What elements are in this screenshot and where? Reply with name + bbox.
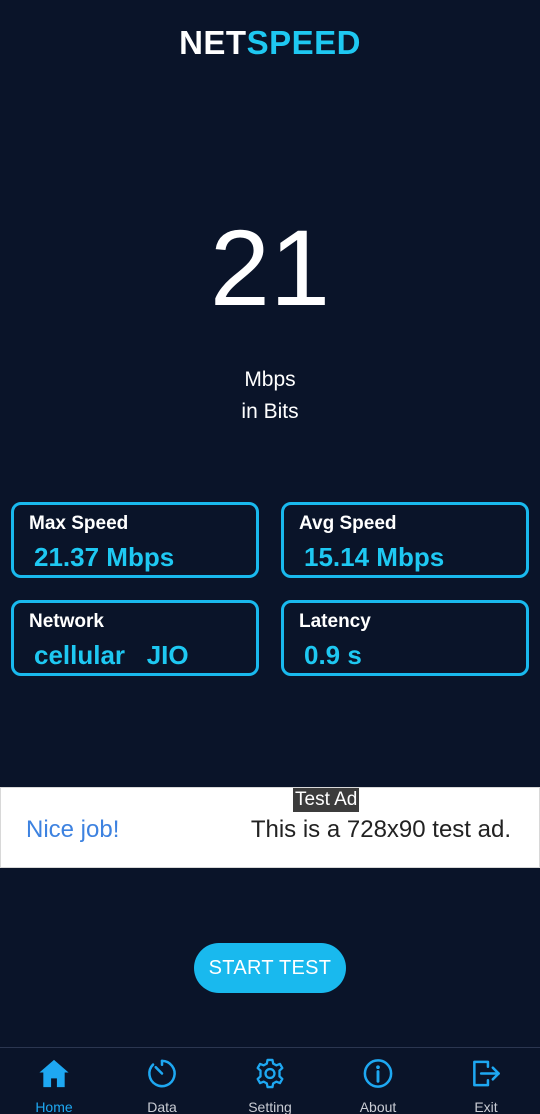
ad-tag: Test Ad bbox=[293, 788, 360, 812]
ad-banner[interactable]: Test Ad Nice job! This is a 728x90 test … bbox=[0, 787, 540, 868]
start-test-button[interactable]: START TEST bbox=[194, 943, 346, 993]
network-card: Network cellular JIO bbox=[11, 600, 259, 676]
network-label: Network bbox=[29, 611, 104, 632]
speed-value: 21 bbox=[209, 207, 331, 328]
nav-item-home[interactable]: Home bbox=[0, 1048, 108, 1114]
nav-label-setting: Setting bbox=[248, 1099, 292, 1114]
info-icon bbox=[363, 1059, 393, 1088]
max-speed-label: Max Speed bbox=[29, 513, 129, 534]
network-value: cellular JIO bbox=[34, 640, 189, 670]
nav-label-exit: Exit bbox=[474, 1099, 498, 1114]
latency-value: 0.9 s bbox=[304, 640, 362, 670]
app-title-net: NET bbox=[179, 24, 247, 61]
latency-label: Latency bbox=[299, 611, 371, 632]
app-title-speed: SPEED bbox=[246, 24, 361, 61]
avg-speed-label: Avg Speed bbox=[299, 513, 397, 534]
ad-left-text[interactable]: Nice job! bbox=[26, 816, 119, 844]
bottom-nav: Home Data Setting About Exit bbox=[0, 1047, 540, 1114]
nav-label-data: Data bbox=[147, 1099, 177, 1114]
latency-card: Latency 0.9 s bbox=[281, 600, 529, 676]
nav-item-about[interactable]: About bbox=[324, 1048, 432, 1114]
speed-unit: Mbps bbox=[244, 368, 296, 391]
max-speed-card: Max Speed 21.37 Mbps bbox=[11, 502, 259, 578]
ad-right-text[interactable]: This is a 728x90 test ad. bbox=[251, 816, 511, 844]
nav-label-about: About bbox=[359, 1099, 397, 1114]
nav-item-data[interactable]: Data bbox=[108, 1048, 216, 1114]
nav-item-exit[interactable]: Exit bbox=[432, 1048, 540, 1114]
speed-mode: in Bits bbox=[241, 400, 299, 423]
gear-icon bbox=[256, 1058, 284, 1089]
nav-label-home: Home bbox=[35, 1099, 73, 1114]
speedometer-icon bbox=[148, 1059, 176, 1088]
exit-icon bbox=[473, 1060, 500, 1087]
avg-speed-value: 15.14 Mbps bbox=[304, 542, 445, 572]
app-title: NETSPEED bbox=[0, 24, 540, 62]
nav-item-setting[interactable]: Setting bbox=[216, 1048, 324, 1114]
avg-speed-card: Avg Speed 15.14 Mbps bbox=[281, 502, 529, 578]
home-icon bbox=[39, 1059, 69, 1088]
max-speed-value: 21.37 Mbps bbox=[34, 542, 175, 572]
